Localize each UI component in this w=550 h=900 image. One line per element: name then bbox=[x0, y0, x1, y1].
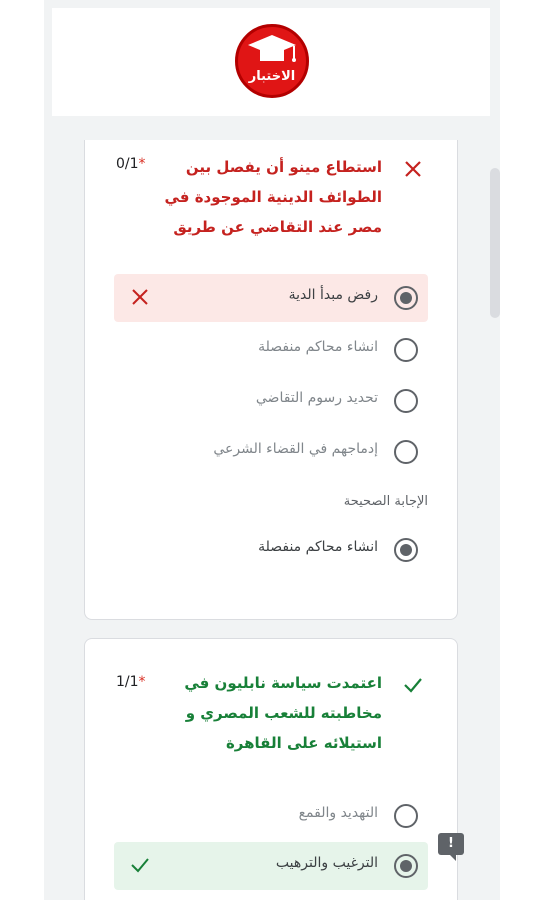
radio-button[interactable] bbox=[394, 804, 418, 828]
graduation-cap-icon bbox=[248, 35, 296, 62]
close-icon bbox=[132, 289, 148, 305]
correct-answer-label: انشاء محاكم منفصلة bbox=[258, 539, 378, 555]
report-problem-icon[interactable]: ! bbox=[438, 833, 464, 861]
radio-button[interactable] bbox=[394, 440, 418, 464]
option-2-1[interactable]: التهديد والقمع bbox=[114, 792, 428, 840]
option-label: إدماجهم في القضاء الشرعي bbox=[213, 441, 378, 457]
logo-text: الاختبار bbox=[248, 69, 296, 84]
required-mark: * bbox=[138, 156, 146, 172]
question-score-2: 1/1* bbox=[116, 674, 146, 690]
radio-button-selected bbox=[394, 538, 418, 562]
radio-button-selected[interactable] bbox=[394, 286, 418, 310]
option-label: تحديد رسوم التقاضي bbox=[255, 390, 378, 406]
option-1-4[interactable]: إدماجهم في القضاء الشرعي bbox=[114, 428, 428, 476]
question-score-1: 0/1* bbox=[116, 156, 146, 172]
quiz-logo: الاختبار bbox=[235, 24, 309, 98]
question-text-2: اعتمدت سياسة نابليون في مخاطبته للشعب ال… bbox=[184, 674, 382, 752]
radio-button[interactable] bbox=[394, 389, 418, 413]
check-icon bbox=[131, 858, 149, 873]
option-1-2[interactable]: انشاء محاكم منفصلة bbox=[114, 326, 428, 374]
option-label: انشاء محاكم منفصلة bbox=[258, 339, 378, 355]
correct-answer-option: انشاء محاكم منفصلة bbox=[114, 526, 428, 574]
required-mark: * bbox=[138, 674, 146, 690]
scrollbar-thumb[interactable] bbox=[490, 168, 500, 318]
radio-button-selected[interactable] bbox=[394, 854, 418, 878]
option-1-3[interactable]: تحديد رسوم التقاضي bbox=[114, 377, 428, 425]
option-1-1[interactable]: رفض مبدأ الدية bbox=[114, 274, 428, 322]
score-value: 0/1 bbox=[116, 156, 139, 172]
radio-button[interactable] bbox=[394, 338, 418, 362]
option-label: الترغيب والترهيب bbox=[275, 855, 378, 871]
option-label: التهديد والقمع bbox=[298, 805, 378, 821]
score-value: 1/1 bbox=[116, 674, 139, 690]
close-icon bbox=[405, 161, 421, 177]
question-text-1: استطاع مينو أن يفصل بين الطوائف الدينية … bbox=[164, 158, 382, 236]
option-label: رفض مبدأ الدية bbox=[288, 287, 378, 303]
option-2-2[interactable]: الترغيب والترهيب bbox=[114, 842, 428, 890]
correct-answer-heading: الإجابة الصحيحة bbox=[343, 494, 428, 509]
check-icon bbox=[404, 678, 422, 693]
